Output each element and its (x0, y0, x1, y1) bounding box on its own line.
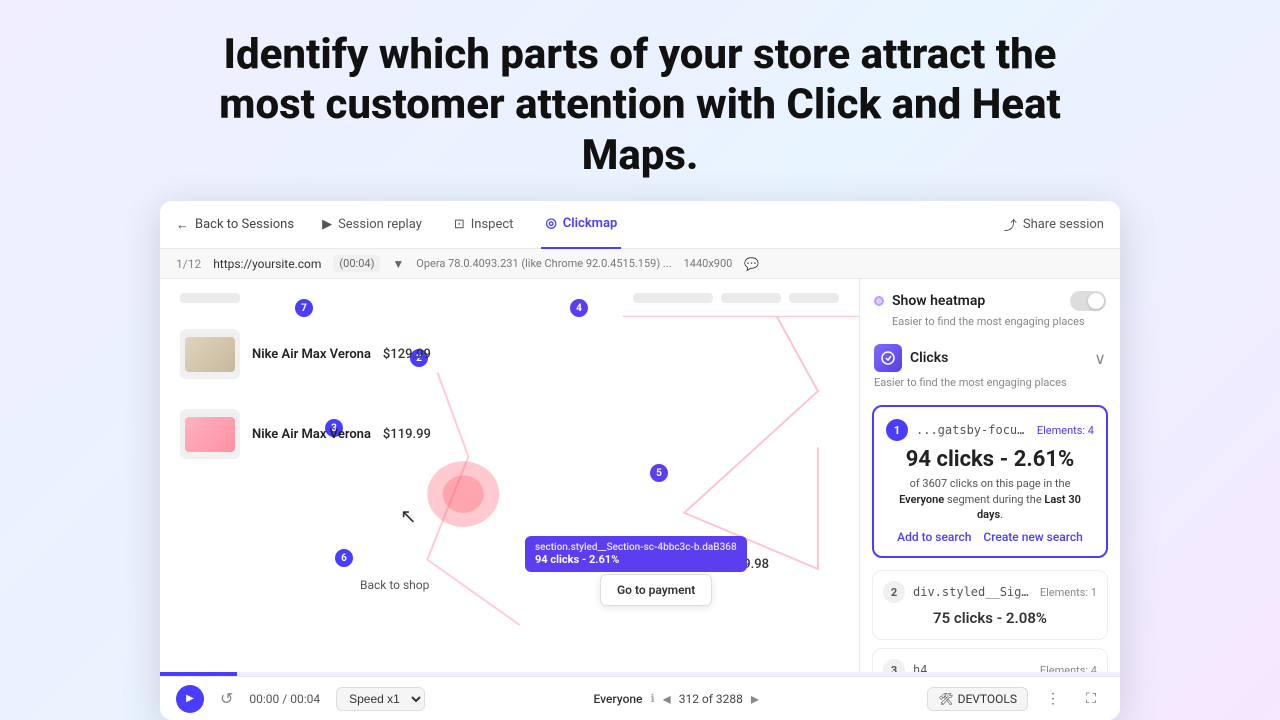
clickmap-label: Clickmap (563, 216, 617, 231)
session-count: 312 of 3288 (679, 692, 743, 706)
clicks-chevron-icon[interactable]: ∨ (1094, 349, 1106, 368)
heatmap-area: 7 2 3 4 5 6 1 Nike Air Max Verona (160, 279, 860, 672)
time-display: 00:00 / 00:04 (249, 692, 320, 706)
clicks-icon (874, 344, 902, 372)
devtools-label: DEVTOOLS (958, 692, 1017, 706)
click-badge-6: 6 (335, 549, 353, 567)
playbar: ▶ ↺ 00:00 / 00:04 Speed x1 Everyone ℹ ◂ … (160, 676, 1120, 720)
add-to-search-link[interactable]: Add to search (897, 530, 971, 544)
playbar-center: Everyone ℹ ◂ 312 of 3288 ▸ (441, 689, 911, 708)
result-2-stat: 75 clicks - 2.08% (883, 609, 1097, 627)
tooltip-line1: section.styled__Section-sc-4bbc3c-b.daB3… (535, 542, 737, 553)
tooltip-popup: section.styled__Section-sc-4bbc3c-b.daB3… (525, 536, 747, 572)
fullscreen-icon[interactable]: ⛶ (1078, 686, 1104, 712)
tab-inspect[interactable]: ⊡ Inspect (450, 201, 518, 249)
play-icon: ▶ (322, 217, 332, 232)
product-price-1: $129.99 (383, 347, 431, 362)
result-2-number: 2 (883, 581, 905, 603)
time-badge: (00:04) (333, 255, 380, 272)
click-badge-7: 7 (295, 299, 313, 317)
result-2-selector: div.styled__Signup... (913, 585, 1032, 599)
tab-session-replay[interactable]: ▶ Session replay (318, 201, 426, 249)
inspect-icon: ⊡ (454, 217, 465, 232)
speed-select[interactable]: Speed x1 (336, 687, 425, 711)
clicks-title: Clicks (910, 350, 1086, 366)
product-name-2: Nike Air Max Verona (252, 427, 371, 442)
product-row-1: Nike Air Max Verona $129.99 (160, 319, 859, 389)
hero-title: Identify which parts of your store attra… (190, 0, 1090, 201)
blurred-nav (160, 279, 859, 311)
url-bar: 1/12 https://yoursite.com (00:04) ▼ Oper… (160, 249, 1120, 279)
result-1-selector: ...gatsby-focus-wra... (916, 423, 1029, 437)
right-panel: Show heatmap Easier to find the most eng… (860, 279, 1120, 672)
product-name-1: Nike Air Max Verona (252, 347, 371, 362)
prev-session-icon[interactable]: ◂ (663, 689, 671, 708)
more-icon[interactable]: ⋮ (1040, 686, 1066, 712)
info-icon: ℹ (650, 692, 654, 705)
browser-info: Opera 78.0.4093.231 (like Chrome 92.0.45… (416, 257, 671, 270)
product-price-2: $119.99 (383, 427, 431, 442)
back-to-shop-link[interactable]: Back to shop (360, 578, 429, 592)
result-1-number: 1 (886, 419, 908, 441)
session-replay-label: Session replay (338, 217, 422, 232)
result-1-stat: 94 clicks - 2.61% (886, 447, 1094, 472)
product-img-2 (180, 409, 240, 459)
show-heatmap-title: Show heatmap (892, 293, 1062, 309)
result-1-elements[interactable]: Elements: 4 (1037, 424, 1094, 437)
click-badge-4: 4 (570, 299, 588, 317)
clickmap-icon: ◎ (545, 216, 556, 231)
play-button[interactable]: ▶ (176, 685, 204, 713)
clicks-subtitle: Easier to find the most engaging places (860, 376, 1120, 397)
show-heatmap-section: Show heatmap Easier to find the most eng… (860, 279, 1120, 334)
result-card-3: 3 h4 Elements: 4 66 clicks - 1.83% (872, 648, 1108, 672)
next-session-icon[interactable]: ▸ (751, 689, 759, 708)
cursor-icon: ↖ (400, 504, 417, 528)
devtools-button[interactable]: 🛠 DEVTOOLS (927, 687, 1028, 711)
result-3-header: 3 h4 Elements: 4 (883, 659, 1097, 672)
tab-clickmap[interactable]: ◎ Clickmap (541, 201, 621, 249)
url-text: https://yoursite.com (213, 257, 321, 271)
result-3-elements[interactable]: Elements: 4 (1040, 664, 1097, 672)
tooltip-line2: 94 clicks - 2.61% (535, 553, 737, 566)
show-heatmap-header: Show heatmap (874, 291, 1106, 311)
main-area: 7 2 3 4 5 6 1 Nike Air Max Verona (160, 279, 1120, 672)
result-card-1: 1 ...gatsby-focus-wra... Elements: 4 94 … (872, 405, 1108, 558)
result-3-selector: h4 (913, 663, 1032, 672)
result-1-actions: Add to search Create new search (886, 530, 1094, 544)
shoe-img-1 (185, 337, 235, 372)
playbar-right: 🛠 DEVTOOLS ⋮ ⛶ (927, 686, 1104, 712)
inspect-label: Inspect (471, 217, 514, 232)
clicks-section-header: Clicks ∨ (860, 334, 1120, 376)
share-label: Share session (1023, 217, 1104, 232)
devtools-icon: 🛠 (938, 692, 953, 706)
result-2-header: 2 div.styled__Signup... Elements: 1 (883, 581, 1097, 603)
share-session-button[interactable]: ⤴ Share session (1004, 215, 1104, 234)
heatmap-dot-icon (874, 296, 884, 306)
result-2-elements[interactable]: Elements: 1 (1040, 586, 1097, 599)
product-row-2: Nike Air Max Verona $119.99 (160, 399, 859, 469)
result-1-sub: of 3607 clicks on this page in the Every… (886, 476, 1094, 522)
replay-icon[interactable]: ↺ (220, 689, 233, 708)
create-search-link[interactable]: Create new search (983, 530, 1082, 544)
segment-label: Everyone (594, 692, 643, 706)
heatmap-subtitle: Easier to find the most engaging places (874, 315, 1106, 328)
shoe-img-2 (185, 417, 235, 452)
arrow-left-icon: ← (176, 217, 189, 233)
browser-window: ← Back to Sessions ▶ Session replay ⊡ In… (160, 201, 1120, 720)
back-label: Back to Sessions (195, 217, 294, 232)
resolution-badge: 1440x900 (684, 257, 733, 270)
comment-icon[interactable]: 💬 (744, 257, 759, 271)
top-nav: ← Back to Sessions ▶ Session replay ⊡ In… (160, 201, 1120, 249)
page-counter: 1/12 (176, 257, 201, 271)
result-3-number: 3 (883, 659, 905, 672)
result-card-2: 2 div.styled__Signup... Elements: 1 75 c… (872, 570, 1108, 640)
toggle-knob (1088, 293, 1104, 309)
heatmap-toggle[interactable] (1070, 291, 1106, 311)
back-button[interactable]: ← Back to Sessions (176, 217, 294, 233)
dropdown-icon[interactable]: ▼ (392, 257, 404, 271)
go-to-payment-button[interactable]: Go to payment (600, 574, 712, 606)
product-img-1 (180, 329, 240, 379)
result-1-header: 1 ...gatsby-focus-wra... Elements: 4 (886, 419, 1094, 441)
share-icon: ⤴ (1004, 215, 1017, 234)
